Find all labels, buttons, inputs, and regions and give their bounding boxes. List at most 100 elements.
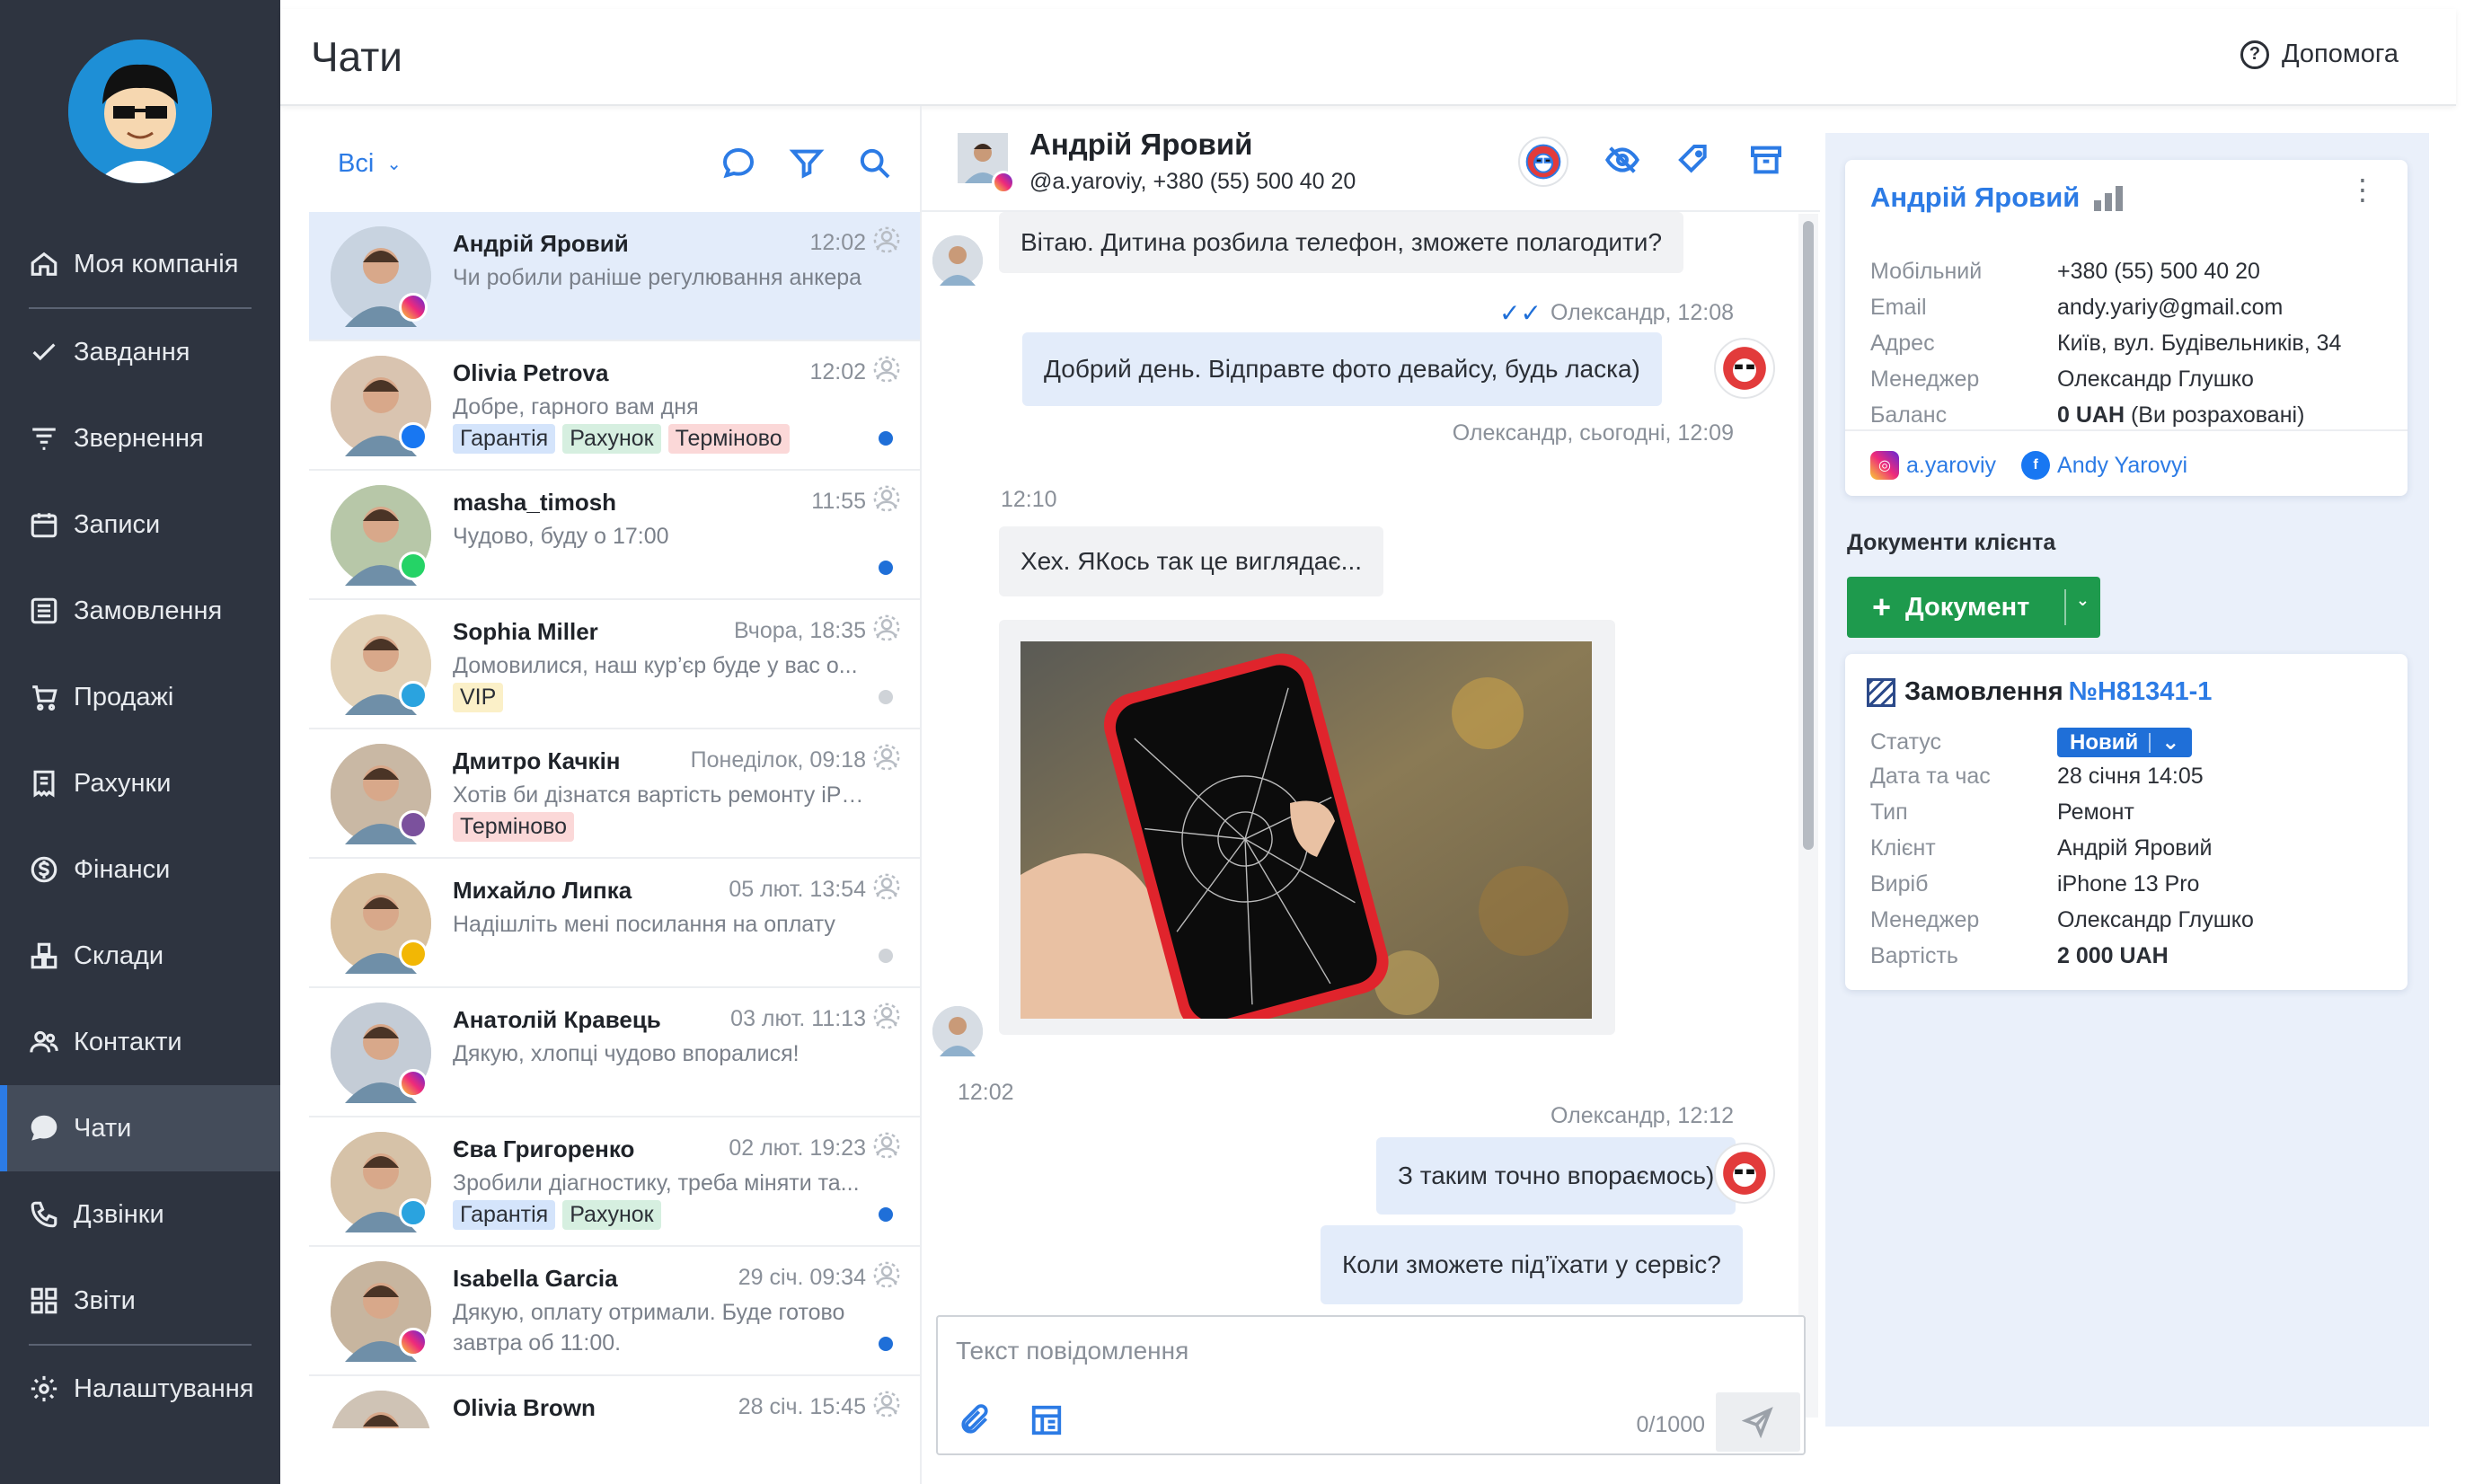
chat-list-item[interactable]: Дмитро Качкін Понеділок, 09:18 Хотів би ді… [309, 729, 920, 859]
sidebar-item-tasks[interactable]: Завдання [0, 309, 280, 395]
tag-badge[interactable]: VIP [453, 683, 504, 712]
chat-list-item[interactable]: Isabella Garcia 29 січ. 09:34 Дякую, оплат… [309, 1247, 920, 1376]
chat-time: 29 січ. 09:34 [738, 1265, 866, 1290]
hide-eye-icon[interactable] [1604, 142, 1640, 182]
tag-icon[interactable] [1676, 142, 1712, 182]
tag-badge[interactable]: Рахунок [562, 424, 661, 454]
add-document-button[interactable]: + Документ ⌄ [1847, 577, 2100, 638]
chat-header: Андрій Яровий @a.yaroviy, +380 (55) 500 … [922, 106, 1820, 212]
chat-name: Михайло Липка [453, 877, 632, 904]
chat-list-item[interactable]: Єва Григоренко 02 лют. 19:23 Зробили діагн… [309, 1117, 920, 1247]
chat-list-item[interactable]: Анатолій Кравець 03 лют. 11:13 Дякую, хлоп… [309, 988, 920, 1117]
page-title: Чати [311, 33, 402, 80]
sidebar-item-label: Звіти [74, 1285, 136, 1315]
chat-scrollbar[interactable] [1798, 214, 1818, 1418]
tag-badge[interactable]: Терміново [453, 812, 575, 842]
chat-list-item[interactable]: Olivia Brown 28 січ. 15:45 [309, 1376, 920, 1428]
assign-user-icon[interactable] [873, 1261, 900, 1288]
sidebar-item-label: Фінанси [74, 854, 171, 884]
chat-list-item[interactable]: Андрій Яровий 12:02 Чи робили раніше регул… [309, 212, 920, 341]
assign-user-icon[interactable] [873, 1132, 900, 1159]
chat-time: Понеділок, 09:18 [690, 747, 866, 773]
order-number-link[interactable]: №Н81341-1 [2069, 677, 2213, 707]
scrollbar-thumb[interactable] [1803, 221, 1814, 850]
tag-badge[interactable]: Гарантія [453, 1200, 556, 1230]
tag-badge[interactable]: Гарантія [453, 424, 556, 454]
assign-user-icon[interactable] [873, 226, 900, 253]
chat-avatar [331, 1391, 431, 1428]
assign-user-icon[interactable] [873, 744, 900, 771]
assign-user-icon[interactable] [873, 614, 900, 641]
filter-icon[interactable] [789, 146, 825, 186]
sidebar-item-invoices[interactable]: Рахунки [0, 740, 280, 826]
assign-user-icon[interactable] [873, 1003, 900, 1029]
help-button[interactable]: ? Допомога [2240, 40, 2399, 69]
chat-list-item[interactable]: Olivia Petrova 12:02 Добре, гарного вам дн… [309, 341, 920, 471]
chat-list-item[interactable]: Sophia Miller Вчора, 18:35 Домовилися, наш… [309, 600, 920, 729]
chat-name: Андрій Яровий [453, 230, 629, 257]
sidebar-item-chats[interactable]: Чати [0, 1085, 280, 1171]
broken-phone-photo [1020, 641, 1592, 1019]
balance-value: 0 UAH [2057, 402, 2125, 428]
message-image[interactable] [999, 620, 1615, 1035]
chevron-down-icon[interactable]: ⌄ [2076, 591, 2090, 610]
help-label: Допомога [2281, 40, 2399, 68]
assign-user-icon[interactable] [873, 485, 900, 512]
send-icon [1742, 1407, 1773, 1438]
sidebar-item-company[interactable]: Моя компанія [0, 221, 280, 307]
assign-user-icon[interactable] [873, 356, 900, 383]
tag-badge[interactable]: Терміново [667, 424, 790, 454]
client-field-row: Мобільний +380 (55) 500 40 20 [1870, 259, 2260, 285]
contact-avatar-small [932, 235, 983, 286]
chat-list: Андрій Яровий 12:02 Чи робили раніше регул… [309, 212, 920, 1428]
sidebar-item-orders[interactable]: Замовлення [0, 568, 280, 654]
order-card: Замовлення №Н81341-1 Статус Новий ⌄ Дата… [1845, 654, 2408, 990]
search-icon[interactable] [857, 146, 893, 186]
attach-icon[interactable] [958, 1403, 992, 1442]
templates-icon[interactable] [1029, 1403, 1064, 1442]
contact-avatar-small [932, 1006, 983, 1056]
sidebar-item-label: Контакти [74, 1027, 182, 1056]
assign-user-icon[interactable] [873, 1391, 900, 1418]
sidebar-item-warehouses[interactable]: Склади [0, 913, 280, 999]
sidebar-item-label: Дзвінки [74, 1199, 164, 1229]
status-dropdown[interactable]: Новий ⌄ [2057, 728, 2193, 757]
new-chat-icon[interactable] [720, 146, 756, 186]
field-value: Олександр Глушко [2057, 907, 2254, 932]
instagram-link[interactable]: ◎ a.yaroviy [1870, 451, 1996, 480]
chat-list-panel: Всі ⌄ Андрій Яровий 12:02 Чи робили раніше… [309, 126, 920, 1428]
message-meta: Олександр, 12:12 [1550, 1103, 1734, 1128]
message-meta-text: Олександр, 12:08 [1550, 300, 1734, 325]
assigned-operator-avatar[interactable] [1518, 137, 1568, 187]
more-options-icon[interactable]: ⋮ [2348, 175, 2377, 204]
sidebar-item-contacts[interactable]: Контакти [0, 999, 280, 1085]
boxes-icon [29, 941, 59, 971]
sidebar-item-settings[interactable]: Налаштування [0, 1346, 280, 1432]
sidebar-item-finance[interactable]: Фінанси [0, 826, 280, 913]
tag-badge[interactable]: Рахунок [562, 1200, 661, 1230]
contacts-icon [29, 1027, 59, 1057]
chat-time: 02 лют. 19:23 [729, 1135, 866, 1161]
sidebar-item-reports[interactable]: Звіти [0, 1258, 280, 1344]
sidebar-item-records[interactable]: Записи [0, 481, 280, 568]
chevron-down-icon: ⌄ [2161, 730, 2180, 755]
sidebar-item-sales[interactable]: Продажі [0, 654, 280, 740]
sidebar-item-requests[interactable]: Звернення [0, 395, 280, 481]
filter-dropdown[interactable]: Всі ⌄ [338, 149, 402, 179]
facebook-link[interactable]: f Andy Yarovyi [2021, 451, 2187, 480]
client-name-row: Андрій Яровий [1870, 181, 2124, 214]
chat-list-item[interactable]: Михайло Липка 05 лют. 13:54 Надішліть мені… [309, 859, 920, 988]
reports-icon [29, 1285, 59, 1316]
field-label: Адрес [1870, 331, 1935, 356]
chat-time: Вчора, 18:35 [733, 618, 866, 643]
chat-list-item[interactable]: masha_timosh 11:55 Чудово, буду о 17:00 [309, 471, 920, 600]
archive-icon[interactable] [1748, 142, 1784, 182]
assign-user-icon[interactable] [873, 873, 900, 900]
sidebar-item-calls[interactable]: Дзвінки [0, 1171, 280, 1258]
message-input[interactable] [956, 1331, 1764, 1371]
calendar-icon [29, 509, 59, 540]
send-button[interactable] [1716, 1392, 1800, 1452]
client-name-link[interactable]: Андрій Яровий [1870, 181, 2080, 214]
instagram-handle: a.yaroviy [1906, 452, 1997, 478]
company-avatar[interactable] [68, 40, 212, 183]
